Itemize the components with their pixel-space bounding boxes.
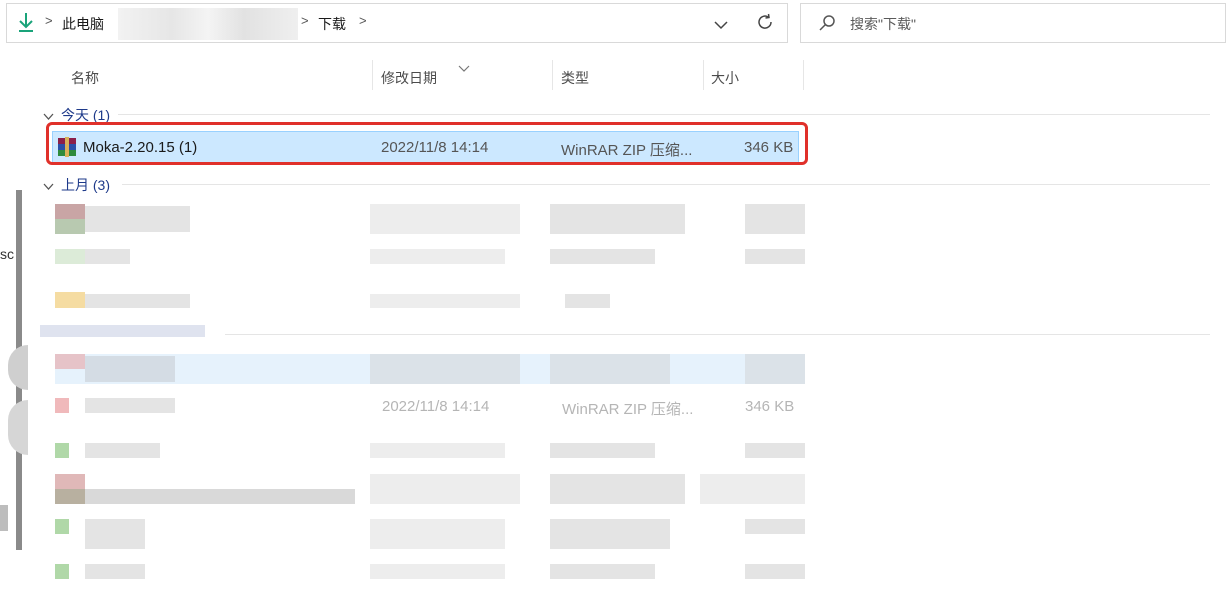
column-header-name[interactable]: 名称 bbox=[71, 68, 99, 88]
group-collapse-icon[interactable] bbox=[43, 178, 54, 196]
file-type: WinRAR ZIP 压缩... bbox=[561, 142, 693, 159]
column-divider[interactable] bbox=[803, 60, 804, 90]
blurred-file-row[interactable] bbox=[55, 204, 805, 234]
blurred-edge-shape bbox=[8, 400, 28, 455]
breadcrumb-this-pc[interactable]: 此电脑 bbox=[62, 14, 104, 34]
sort-chevron-icon bbox=[458, 60, 470, 78]
column-divider[interactable] bbox=[703, 60, 704, 90]
blurred-modified: 2022/11/8 14:14 bbox=[382, 398, 490, 415]
refresh-icon[interactable] bbox=[756, 13, 774, 36]
blurred-file-row[interactable] bbox=[55, 564, 805, 580]
blurred-file-row[interactable] bbox=[55, 474, 805, 504]
breadcrumb-separator[interactable]: > bbox=[359, 13, 367, 28]
group-divider bbox=[122, 184, 1210, 185]
column-divider[interactable] bbox=[372, 60, 373, 90]
file-size: 346 KB bbox=[744, 139, 794, 156]
search-input[interactable]: 搜索"下载" bbox=[850, 14, 916, 34]
blurred-group-header bbox=[40, 325, 205, 337]
column-header-modified[interactable]: 修改日期 bbox=[381, 68, 437, 88]
blurred-type: WinRAR ZIP 压缩... bbox=[562, 401, 694, 418]
blurred-size: 346 KB bbox=[745, 398, 795, 415]
left-edge-handle bbox=[0, 505, 8, 531]
winrar-archive-icon bbox=[57, 137, 77, 162]
download-icon bbox=[17, 11, 35, 38]
group-header-last-month[interactable]: 上月 (3) bbox=[61, 175, 110, 195]
blurred-file-row[interactable] bbox=[55, 249, 805, 265]
file-modified: 2022/11/8 14:14 bbox=[381, 139, 489, 156]
breadcrumb-separator[interactable]: > bbox=[301, 13, 309, 28]
column-header-type[interactable]: 类型 bbox=[561, 68, 589, 88]
search-icon bbox=[818, 14, 836, 37]
column-header-size[interactable]: 大小 bbox=[711, 68, 739, 88]
breadcrumb-separator[interactable]: > bbox=[45, 13, 53, 28]
blurred-edge-shape bbox=[8, 345, 28, 390]
group-divider bbox=[225, 334, 1210, 335]
blurred-file-row[interactable] bbox=[55, 443, 805, 459]
left-edge-text: sc bbox=[0, 246, 14, 262]
group-divider bbox=[118, 114, 1210, 115]
blurred-file-row[interactable]: 2022/11/8 14:14 WinRAR ZIP 压缩... 346 KB bbox=[55, 398, 805, 418]
blurred-file-row[interactable] bbox=[55, 280, 805, 310]
blurred-file-row[interactable] bbox=[55, 354, 805, 384]
column-divider[interactable] bbox=[552, 60, 553, 90]
blurred-breadcrumb bbox=[118, 8, 298, 40]
chevron-down-icon[interactable] bbox=[714, 17, 728, 35]
blurred-file-row[interactable] bbox=[55, 519, 805, 549]
breadcrumb-downloads[interactable]: 下载 bbox=[318, 14, 346, 34]
file-name[interactable]: Moka-2.20.15 (1) bbox=[83, 139, 197, 156]
